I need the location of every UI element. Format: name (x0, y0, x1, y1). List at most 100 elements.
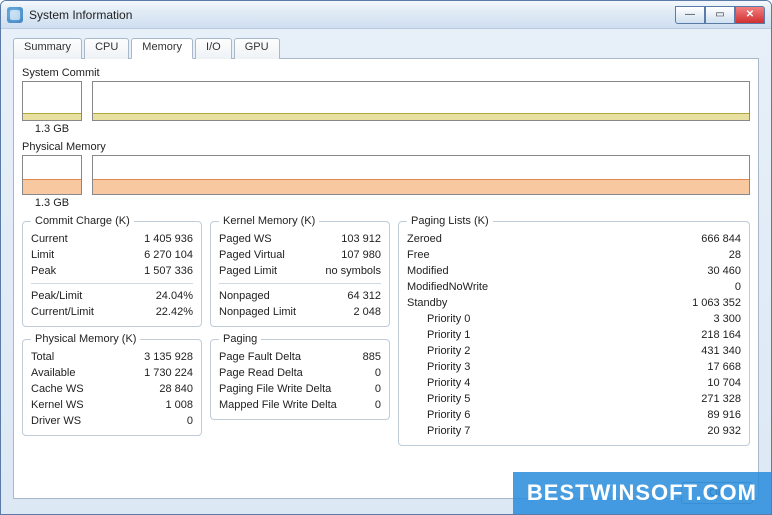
paginglists-legend: Paging Lists (K) (407, 215, 493, 227)
pl-standby-l: Standby (407, 295, 447, 311)
km-npl-l: Nonpaged Limit (219, 304, 296, 320)
window-title: System Information (29, 8, 132, 22)
paging-group: Paging Page Fault Delta 885 Page Read Del… (210, 333, 390, 420)
pl-p0-l: Priority 0 (427, 311, 470, 327)
pl-p4-v: 10 704 (707, 375, 741, 391)
cc-currentlimit-v: 22.42% (156, 304, 193, 320)
minimize-button[interactable]: — (675, 6, 705, 24)
km-pv-v: 107 980 (341, 247, 381, 263)
pl-p2-l: Priority 2 (427, 343, 470, 359)
pl-modnw-v: 0 (735, 279, 741, 295)
km-pws-v: 103 912 (341, 231, 381, 247)
physical-value: 1.3 GB (22, 197, 82, 209)
content-area: Summary CPU Memory I/O GPU System Commit… (1, 29, 771, 507)
pl-p5-l: Priority 5 (427, 391, 470, 407)
commit-mini-graph: 1.3 GB (22, 81, 82, 135)
pl-p3-l: Priority 3 (427, 359, 470, 375)
cc-limit-l: Limit (31, 247, 54, 263)
tab-bar: Summary CPU Memory I/O GPU (13, 37, 759, 59)
km-np-l: Nonpaged (219, 288, 270, 304)
physical-history-graph (92, 155, 750, 195)
tab-memory[interactable]: Memory (131, 38, 193, 59)
pl-p6-v: 89 916 (707, 407, 741, 423)
commit-mini-fill (23, 113, 81, 120)
pm-avail-v: 1 730 224 (144, 365, 193, 381)
tab-io[interactable]: I/O (195, 38, 232, 59)
pl-p4-l: Priority 4 (427, 375, 470, 391)
pl-p1-l: Priority 1 (427, 327, 470, 343)
commit-history-graph (92, 81, 750, 121)
pl-p1-v: 218 164 (701, 327, 741, 343)
kernel-memory-group: Kernel Memory (K) Paged WS 103 912 Paged … (210, 215, 390, 327)
pg-pfd-l: Page Fault Delta (219, 349, 301, 365)
km-pv-l: Paged Virtual (219, 247, 285, 263)
pm-avail-l: Available (31, 365, 75, 381)
pm-cache-v: 28 840 (159, 381, 193, 397)
tab-gpu[interactable]: GPU (234, 38, 280, 59)
cc-currentlimit-l: Current/Limit (31, 304, 94, 320)
pl-p2-v: 431 340 (701, 343, 741, 359)
km-pl-v: no symbols (325, 263, 381, 279)
window-buttons: — ▭ ✕ (675, 6, 765, 24)
close-button[interactable]: ✕ (735, 6, 765, 24)
pm-cache-l: Cache WS (31, 381, 84, 397)
pl-zeroed-l: Zeroed (407, 231, 442, 247)
km-np-v: 64 312 (347, 288, 381, 304)
pl-free-l: Free (407, 247, 430, 263)
km-pl-l: Paged Limit (219, 263, 277, 279)
pg-pfd-v: 885 (363, 349, 381, 365)
pl-p5-v: 271 328 (701, 391, 741, 407)
pm-kernel-l: Kernel WS (31, 397, 84, 413)
pg-prd-l: Page Read Delta (219, 365, 303, 381)
tab-body: System Commit 1.3 GB Physical Memory (13, 59, 759, 499)
physical-mini-graph: 1.3 GB (22, 155, 82, 209)
tab-summary[interactable]: Summary (13, 38, 82, 59)
km-npl-v: 2 048 (353, 304, 381, 320)
physmem-legend: Physical Memory (K) (31, 333, 140, 345)
cc-current-l: Current (31, 231, 68, 247)
commit-charge-group: Commit Charge (K) Current 1 405 936 Limit… (22, 215, 202, 327)
pm-driver-v: 0 (187, 413, 193, 429)
window: System Information — ▭ ✕ Summary CPU Mem… (0, 0, 772, 515)
pg-pfwd-v: 0 (375, 381, 381, 397)
cc-peaklimit-v: 24.04% (156, 288, 193, 304)
pg-prd-v: 0 (375, 365, 381, 381)
system-commit-label: System Commit (22, 67, 750, 79)
physical-mini-fill (23, 179, 81, 194)
km-pws-l: Paged WS (219, 231, 272, 247)
pl-p3-v: 17 668 (707, 359, 741, 375)
cc-peaklimit-l: Peak/Limit (31, 288, 82, 304)
system-commit-section: System Commit 1.3 GB (22, 67, 750, 135)
physical-memory-group: Physical Memory (K) Total 3 135 928 Avail… (22, 333, 202, 436)
cc-current-v: 1 405 936 (144, 231, 193, 247)
pl-zeroed-v: 666 844 (701, 231, 741, 247)
pm-total-l: Total (31, 349, 54, 365)
cc-peak-l: Peak (31, 263, 56, 279)
pl-free-v: 28 (729, 247, 741, 263)
pl-mod-v: 30 460 (707, 263, 741, 279)
pl-mod-l: Modified (407, 263, 449, 279)
pl-p7-l: Priority 7 (427, 423, 470, 439)
titlebar[interactable]: System Information — ▭ ✕ (1, 1, 771, 29)
cc-limit-v: 6 270 104 (144, 247, 193, 263)
pm-total-v: 3 135 928 (144, 349, 193, 365)
pm-kernel-v: 1 008 (165, 397, 193, 413)
pg-mfwd-v: 0 (375, 397, 381, 413)
pm-driver-l: Driver WS (31, 413, 81, 429)
app-icon (7, 7, 23, 23)
commit-charge-legend: Commit Charge (K) (31, 215, 134, 227)
maximize-button[interactable]: ▭ (705, 6, 735, 24)
pl-p0-v: 3 300 (713, 311, 741, 327)
physical-memory-section: Physical Memory 1.3 GB (22, 141, 750, 209)
pl-modnw-l: ModifiedNoWrite (407, 279, 488, 295)
stats-groups: Commit Charge (K) Current 1 405 936 Limit… (22, 215, 750, 446)
tab-cpu[interactable]: CPU (84, 38, 129, 59)
cc-peak-v: 1 507 336 (144, 263, 193, 279)
pg-mfwd-l: Mapped File Write Delta (219, 397, 337, 413)
paging-legend: Paging (219, 333, 261, 345)
pg-pfwd-l: Paging File Write Delta (219, 381, 331, 397)
pl-p7-v: 20 932 (707, 423, 741, 439)
kernelmem-legend: Kernel Memory (K) (219, 215, 319, 227)
pl-standby-v: 1 063 352 (692, 295, 741, 311)
commit-value: 1.3 GB (22, 123, 82, 135)
